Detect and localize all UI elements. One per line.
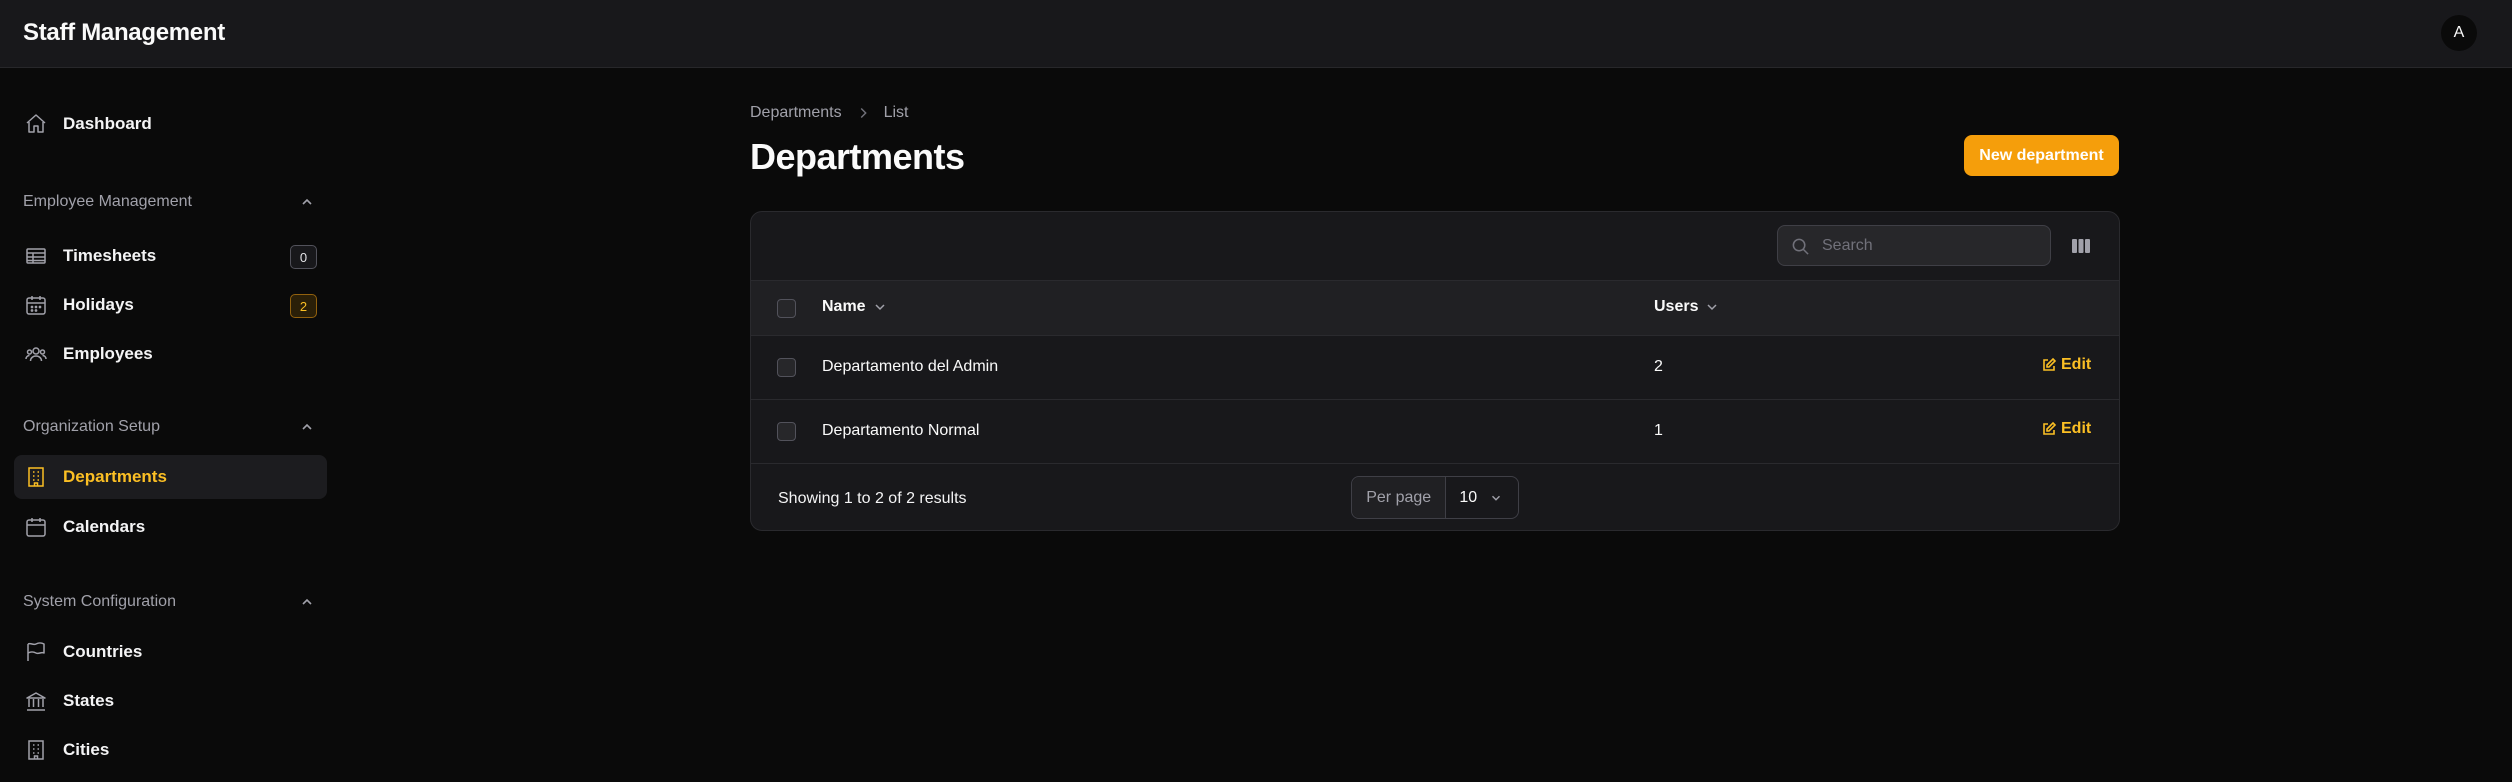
edit-label: Edit: [2061, 356, 2092, 373]
building-icon: [24, 738, 48, 762]
sidebar-item-departments[interactable]: Departments: [14, 455, 327, 499]
department-name: Departamento del Admin: [822, 358, 999, 375]
sidebar-item-calendars[interactable]: Calendars: [14, 505, 327, 549]
department-name: Departamento Normal: [822, 422, 980, 439]
sidebar-item-dashboard[interactable]: Dashboard: [14, 102, 327, 146]
sidebar-item-countries[interactable]: Countries: [14, 630, 327, 674]
chevron-down-icon: [872, 299, 888, 315]
select-all-checkbox[interactable]: [777, 299, 796, 318]
edit-icon: [2043, 421, 2057, 435]
sidebar-item-label: Holidays: [63, 295, 134, 314]
group-label-employee-management: Employee Management: [23, 193, 192, 210]
new-department-button[interactable]: New department: [1964, 135, 2119, 176]
chevron-right-icon: [854, 104, 872, 122]
edit-button[interactable]: Edit: [2041, 420, 2091, 438]
per-page-label: Per page: [1352, 477, 1447, 518]
sidebar-item-label: States: [63, 691, 115, 710]
group-label-organization-setup: Organization Setup: [23, 418, 160, 435]
sidebar-item-label: Calendars: [63, 517, 146, 536]
sidebar-item-label: Cities: [63, 740, 110, 759]
sidebar-item-holidays[interactable]: Holidays 2: [14, 283, 327, 327]
sidebar-item-cities[interactable]: Cities: [14, 728, 327, 772]
sidebar-item-employees[interactable]: Employees: [14, 332, 327, 376]
search-box[interactable]: [1777, 225, 2051, 266]
pagination-summary: Showing 1 to 2 of 2 results: [778, 490, 967, 507]
column-header-users[interactable]: Users: [1654, 298, 1720, 316]
chevron-up-icon[interactable]: [297, 417, 317, 437]
per-page-select[interactable]: Per page 10: [1351, 476, 1519, 519]
sidebar-item-label: Timesheets: [63, 246, 157, 265]
table-header: Name Users: [751, 280, 2119, 336]
flag-icon: [24, 640, 48, 664]
home-icon: [24, 112, 48, 136]
count-badge: 2: [290, 294, 317, 318]
table-row[interactable]: Departamento del Admin 2 Edit: [751, 336, 2119, 400]
per-page-value: 10: [1459, 488, 1478, 506]
table-icon: [24, 244, 48, 268]
column-header-name[interactable]: Name: [822, 298, 888, 316]
breadcrumb: Departments List: [750, 104, 909, 122]
sidebar-item-label: Employees: [63, 344, 153, 363]
sidebar-item-label: Dashboard: [63, 114, 152, 133]
sidebar: Dashboard Employee Management Timesheets…: [0, 68, 340, 782]
search-input[interactable]: [1822, 226, 2042, 265]
top-bar: Staff Management A: [0, 0, 2512, 68]
departments-table: Name Users Departamento del Admin 2 Edit…: [750, 211, 2120, 531]
columns-toggle-icon[interactable]: [2069, 234, 2093, 258]
table-row[interactable]: Departamento Normal 1 Edit: [751, 400, 2119, 464]
users-count: 1: [1654, 422, 1663, 439]
sidebar-item-states[interactable]: States: [14, 679, 327, 723]
sidebar-item-label: Countries: [63, 642, 143, 661]
count-badge: 0: [290, 245, 317, 269]
calendar-icon: [24, 293, 48, 317]
bank-icon: [24, 689, 48, 713]
building-icon: [24, 465, 48, 489]
chevron-down-icon: [1704, 299, 1720, 315]
edit-button[interactable]: Edit: [2041, 356, 2091, 374]
column-label: Users: [1654, 298, 1699, 315]
users-icon: [24, 342, 48, 366]
chevron-down-icon: [1492, 495, 1501, 501]
sidebar-item-timesheets[interactable]: Timesheets 0: [14, 234, 327, 278]
avatar[interactable]: A: [2441, 15, 2477, 51]
chevron-up-icon[interactable]: [297, 592, 317, 612]
edit-label: Edit: [2061, 420, 2092, 437]
page-title: Departments: [750, 136, 965, 177]
breadcrumb-departments[interactable]: Departments: [750, 104, 842, 122]
row-checkbox[interactable]: [777, 422, 796, 441]
chevron-up-icon[interactable]: [297, 192, 317, 212]
row-checkbox[interactable]: [777, 358, 796, 377]
breadcrumb-list: List: [883, 104, 909, 121]
column-label: Name: [822, 298, 866, 315]
users-count: 2: [1654, 358, 1663, 375]
sidebar-item-label: Departments: [63, 467, 167, 486]
search-icon: [1791, 237, 1810, 256]
app-title[interactable]: Staff Management: [23, 19, 225, 47]
calendar-icon: [24, 515, 48, 539]
edit-icon: [2043, 357, 2057, 371]
group-label-system-configuration: System Configuration: [23, 593, 176, 610]
per-page-dropdown[interactable]: 10: [1446, 477, 1518, 518]
